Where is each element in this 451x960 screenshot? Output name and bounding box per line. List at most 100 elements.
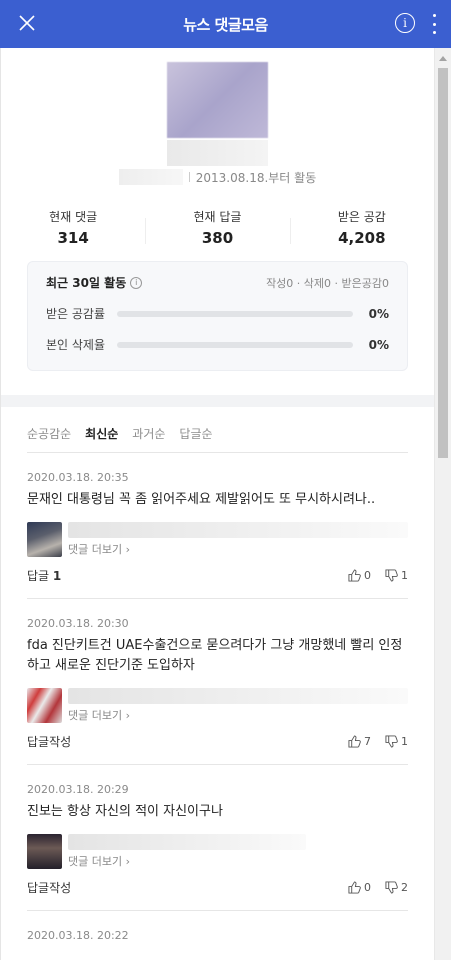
article-thumbnail[interactable] [27, 522, 62, 557]
thumbs-up-icon [348, 881, 361, 894]
dislike-button[interactable]: 1 [385, 735, 408, 748]
reply-label: 답글작성 [27, 735, 72, 749]
like-button[interactable]: 0 [348, 881, 371, 894]
scrollbar-thumb[interactable] [438, 68, 448, 458]
thumbs-up-icon [348, 735, 361, 748]
like-count: 0 [364, 569, 371, 582]
like-rate-label: 받은 공감률 [46, 307, 106, 321]
activity-since: 2013.08.18.부터 활동 [195, 170, 317, 185]
close-icon[interactable] [16, 12, 38, 34]
dislike-count: 2 [401, 881, 408, 894]
avatar [167, 62, 268, 138]
tab-oldest[interactable]: 과거순 [132, 425, 165, 442]
thumbs-down-icon [385, 881, 398, 894]
comment-footer: 답글작성 7 1 [27, 733, 408, 764]
stat-replies: 현재 답글 380 [145, 208, 289, 247]
delete-rate-value: 0% [368, 337, 389, 352]
page-title: 뉴스 댓글모음 [183, 15, 268, 34]
like-count: 0 [364, 881, 371, 894]
article-link[interactable]: 댓글 더보기 › [27, 834, 408, 869]
more-menu-icon[interactable] [431, 14, 437, 34]
like-count: 7 [364, 735, 371, 748]
activity-header: 최근 30일 활동 i 작성0 · 삭제0 · 받은공감0 [46, 274, 389, 291]
recent-activity-box: 최근 30일 활동 i 작성0 · 삭제0 · 받은공감0 받은 공감률 0% … [27, 261, 408, 371]
thumbs-down-icon [385, 735, 398, 748]
vote-group: 7 1 [334, 735, 408, 748]
article-info: 댓글 더보기 › [68, 688, 408, 723]
thumbs-up-icon [348, 569, 361, 582]
comment-date: 2020.03.18. 20:22 [27, 929, 129, 942]
comment-text[interactable]: 진보는 항상 자신의 적이 자신이구나 [27, 802, 408, 822]
like-button[interactable]: 0 [348, 569, 371, 582]
dislike-count: 1 [401, 569, 408, 582]
activity-title-text: 최근 30일 활동 [46, 276, 127, 290]
stats-row: 현재 댓글 314 현재 답글 380 받은 공감 4,208 [1, 208, 434, 247]
reply-count: 1 [52, 569, 62, 583]
dislike-button[interactable]: 1 [385, 569, 408, 582]
stat-label: 현재 답글 [193, 210, 242, 224]
more-comments-link[interactable]: 댓글 더보기 › [68, 541, 408, 557]
like-button[interactable]: 7 [348, 735, 371, 748]
comment-date: 2020.03.18. 20:30 [27, 617, 129, 630]
comment-footer: 답글 1 0 1 [27, 567, 408, 598]
reply-button[interactable]: 답글작성 [27, 733, 71, 750]
vote-group: 0 1 [334, 569, 408, 582]
more-comments-link[interactable]: 댓글 더보기 › [68, 707, 408, 723]
article-info: 댓글 더보기 › [68, 522, 408, 557]
stat-comments: 현재 댓글 314 [1, 208, 145, 247]
reply-button[interactable]: 답글 1 [27, 567, 61, 584]
blurred-nickname [167, 140, 268, 166]
comment-footer: 답글작성 0 2 [27, 879, 408, 910]
tab-most-replies[interactable]: 답글순 [179, 425, 212, 442]
comment-date: 2020.03.18. 20:29 [27, 783, 129, 796]
sort-tabs: 순공감순 최신순 과거순 답글순 [27, 425, 408, 453]
article-thumbnail[interactable] [27, 688, 62, 723]
comment-date: 2020.03.18. 20:35 [27, 471, 129, 484]
blurred-article-title [68, 522, 408, 538]
like-rate-row: 받은 공감률 0% [46, 305, 389, 322]
activity-since-row: 2013.08.18.부터 활동 [1, 168, 434, 186]
top-bar: 뉴스 댓글모음 i [0, 0, 451, 48]
reply-label: 답글 [27, 569, 50, 583]
article-link[interactable]: 댓글 더보기 › [27, 688, 408, 723]
separator [188, 172, 190, 182]
comment-item: 2020.03.18. 20:30 fda 진단키트건 UAE수출건으로 묻으려… [27, 599, 408, 765]
more-comments-link[interactable]: 댓글 더보기 › [68, 853, 408, 869]
tab-most-liked[interactable]: 순공감순 [27, 425, 71, 442]
comment-item: 2020.03.18. 20:22 [27, 911, 408, 942]
delete-rate-label: 본인 삭제율 [46, 338, 106, 352]
scroll-content: 2013.08.18.부터 활동 현재 댓글 314 현재 답글 380 받은 … [0, 48, 434, 960]
vote-group: 0 2 [334, 881, 408, 894]
blurred-article-title [68, 834, 306, 850]
article-thumbnail[interactable] [27, 834, 62, 869]
profile-section: 2013.08.18.부터 활동 [1, 48, 434, 186]
like-rate-bar [117, 310, 353, 317]
blurred-user-id [118, 169, 183, 185]
article-link[interactable]: 댓글 더보기 › [27, 522, 408, 557]
scrollbar[interactable] [434, 48, 451, 960]
comment-text[interactable]: fda 진단키트건 UAE수출건으로 묻으려다가 그냥 개망했네 빨리 인정하고… [27, 636, 408, 676]
section-divider [1, 395, 434, 407]
thumbs-down-icon [385, 569, 398, 582]
article-info: 댓글 더보기 › [68, 834, 408, 869]
reply-button[interactable]: 답글작성 [27, 879, 71, 896]
comment-item: 2020.03.18. 20:29 진보는 항상 자신의 적이 자신이구나 댓글… [27, 765, 408, 911]
stat-likes: 받은 공감 4,208 [289, 208, 434, 247]
delete-rate-bar [117, 341, 353, 348]
tab-latest[interactable]: 최신순 [85, 425, 118, 442]
dislike-button[interactable]: 2 [385, 881, 408, 894]
blurred-article-title [68, 688, 408, 704]
activity-title: 최근 30일 활동 i [46, 274, 143, 291]
info-icon[interactable]: i [130, 276, 143, 289]
stat-label: 받은 공감 [337, 210, 386, 224]
delete-rate-row: 본인 삭제율 0% [46, 336, 389, 353]
scroll-up-arrow-icon[interactable] [439, 56, 447, 61]
stat-label: 현재 댓글 [49, 210, 98, 224]
reply-label: 답글작성 [27, 881, 72, 895]
info-icon[interactable]: i [395, 13, 415, 33]
activity-counts: 작성0 · 삭제0 · 받은공감0 [266, 276, 389, 290]
dislike-count: 1 [401, 735, 408, 748]
like-rate-value: 0% [368, 306, 389, 321]
stat-value: 314 [57, 229, 89, 247]
comment-text[interactable]: 문재인 대통령님 꼭 좀 읽어주세요 제발읽어도 또 무시하시려나.. [27, 490, 408, 510]
